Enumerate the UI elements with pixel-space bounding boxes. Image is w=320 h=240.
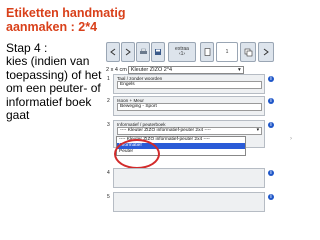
print-button[interactable] (136, 42, 150, 62)
arrow-icon: › (290, 136, 292, 142)
highlight-circle (114, 139, 160, 169)
copy-icon (244, 48, 253, 57)
step-instructions: Stap 4 : kies (indien van toepassing) of… (6, 41, 102, 123)
label-format-prefix: 2 x 4 cm (106, 67, 127, 73)
label-format-value: Kleuter ZIZO 2*4 (130, 67, 173, 73)
arrow-right-icon (124, 48, 132, 56)
field-block-genre: 2 Isoon + Meur Beweging - Sport i (107, 96, 274, 116)
counter-field[interactable]: 1 (216, 42, 238, 62)
field-block-5: 5 i (107, 192, 274, 212)
info-icon[interactable]: i (268, 194, 274, 200)
back-button[interactable] (106, 42, 120, 62)
label-form: 1 Taal / zonder woorden Engels i 2 Isoon… (107, 74, 292, 234)
chevron-down-icon: ▾ (256, 128, 259, 133)
info-icon[interactable]: i (268, 76, 274, 82)
field-block-4: 4 i (107, 168, 274, 188)
copy-button[interactable] (240, 42, 256, 62)
save-button[interactable] (151, 42, 165, 62)
forward-button[interactable] (121, 42, 135, 62)
counter-value: 1 (225, 48, 229, 55)
info-icon[interactable]: i (268, 122, 274, 128)
info-icon[interactable]: i (268, 170, 274, 176)
info-icon[interactable]: i (268, 98, 274, 104)
field-number: 3 (107, 122, 110, 128)
disk-icon (154, 48, 162, 56)
chevron-down-icon: ▾ (238, 67, 241, 73)
field-number: 2 (107, 98, 110, 104)
page-button[interactable] (200, 42, 214, 62)
label-format-row: 2 x 4 cm Kleuter ZIZO 2*4 ▾ (106, 66, 244, 74)
label-format-select[interactable]: Kleuter ZIZO 2*4 ▾ (127, 66, 244, 74)
arrow-right-icon (262, 48, 270, 56)
genre-field[interactable]: Beweging - Sport (117, 103, 262, 111)
slide-title: Etiketten handmatig aanmaken : 2*4 (6, 6, 126, 34)
taal-field[interactable]: Engels (117, 81, 262, 89)
toolbar: extraa ‹1› 1 (106, 42, 274, 64)
informatief-select[interactable]: ---- Kleuter ZIZO informatief-peuter 2x4… (117, 127, 262, 135)
field-number: 5 (107, 194, 110, 200)
field-block-taal: 1 Taal / zonder woorden Engels i (107, 74, 274, 94)
field-number: 4 (107, 170, 110, 176)
extra-button[interactable]: extraa ‹1› (168, 42, 196, 62)
arrow-left-icon (109, 48, 117, 56)
informatief-select-value: ---- Kleuter ZIZO informatief-peuter 2x4… (120, 128, 211, 133)
field-number: 1 (107, 76, 110, 82)
page-icon (204, 48, 211, 56)
printer-icon (139, 48, 148, 56)
next-button[interactable] (258, 42, 274, 62)
